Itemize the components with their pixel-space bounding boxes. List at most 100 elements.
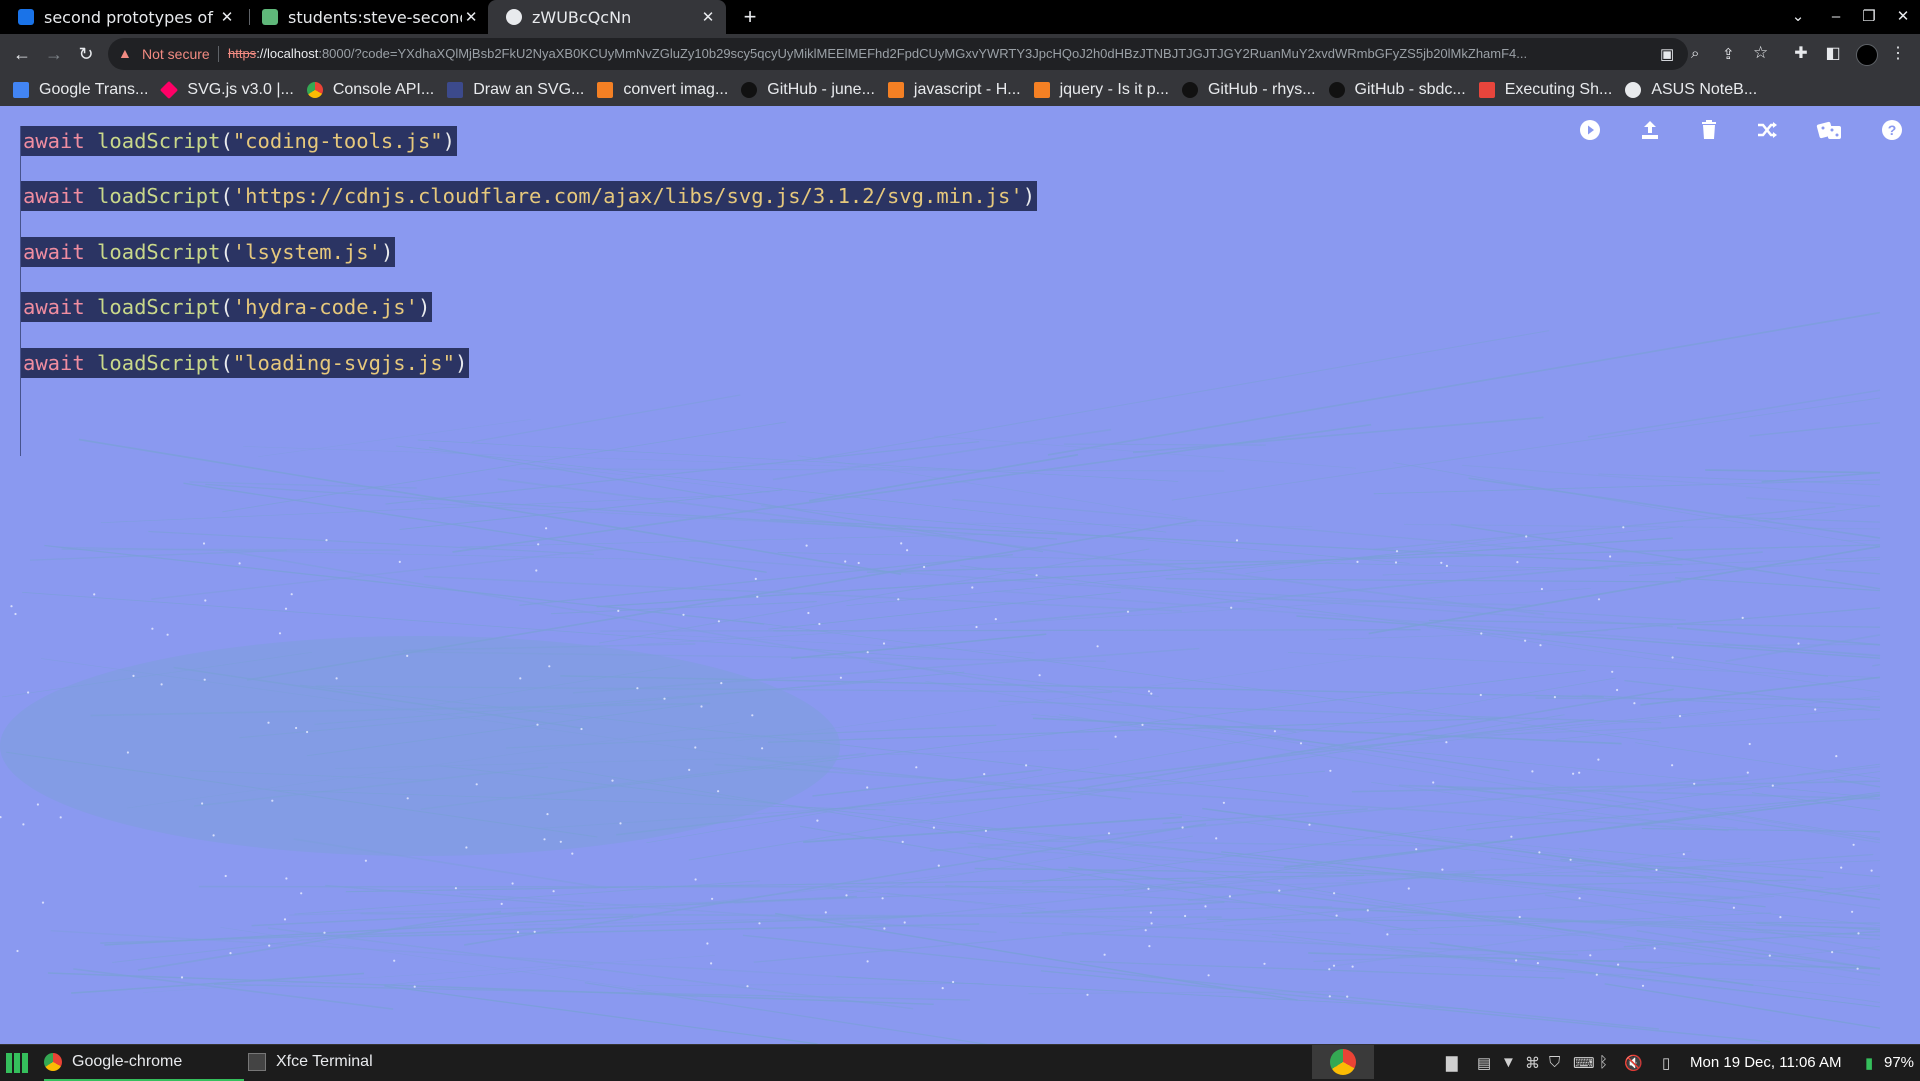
bookmark-item[interactable]: Google Trans... [13, 81, 148, 99]
restore-icon[interactable]: ❐ [1852, 0, 1886, 34]
attachment-icon[interactable]: ⌘ [1525, 1054, 1540, 1072]
bookmark-item[interactable]: Draw an SVG... [447, 81, 584, 99]
security-label[interactable]: Not secure [142, 46, 210, 62]
svg-text:?: ? [1888, 122, 1897, 138]
bookmark-label: Console API... [333, 81, 434, 99]
code-paren: ( [220, 184, 232, 208]
address-bar[interactable]: ▲ Not secure https://localhost:8000/?cod… [108, 38, 1688, 70]
code-line-4[interactable]: await loadScript('hydra-code.js') [21, 292, 432, 322]
terminal-icon [248, 1053, 266, 1071]
google-translate-icon [13, 82, 29, 98]
bluetooth-icon[interactable]: ᛒ [1599, 1054, 1608, 1071]
system-taskbar: Google-chrome Xfce Terminal ▇ ▤ ▼ ⌘ ⛉ ⌨ … [0, 1044, 1920, 1081]
codepen-icon [447, 82, 463, 98]
bookmark-star-icon[interactable]: ☆ [1753, 43, 1768, 63]
share-icon[interactable]: ⇪ [1722, 45, 1735, 63]
workspace-icon[interactable]: ▇ [1446, 1054, 1458, 1072]
code-function: loadScript [85, 295, 221, 319]
close-tab-icon[interactable]: ✕ [462, 8, 480, 26]
trash-icon[interactable] [1693, 118, 1725, 150]
taskbar-app-label: Xfce Terminal [276, 1053, 373, 1071]
code-keyword: await [23, 351, 85, 375]
close-tab-icon[interactable]: ✕ [218, 8, 236, 26]
tab-2-active[interactable]: zWUBcQcNn ✕ [488, 0, 726, 34]
close-tab-icon[interactable]: ✕ [698, 8, 718, 26]
bookmark-item[interactable]: GitHub - sbdc... [1329, 81, 1466, 99]
whisker-menu-icon[interactable] [4, 1045, 30, 1079]
bookmark-label: jquery - Is it p... [1060, 81, 1169, 99]
wifi-icon[interactable]: ▼ [1501, 1054, 1516, 1071]
code-function: loadScript [85, 129, 221, 153]
chrome-icon [1330, 1049, 1356, 1075]
editor-gutter [20, 126, 21, 456]
chrome-icon [44, 1053, 62, 1071]
github-icon [1329, 82, 1345, 98]
bookmark-label: javascript - H... [914, 81, 1021, 99]
taskbar-app-terminal[interactable]: Xfce Terminal [248, 1045, 373, 1079]
shuffle-icon[interactable] [1751, 118, 1783, 150]
back-icon[interactable]: ← [10, 42, 34, 66]
reload-icon[interactable]: ↻ [74, 42, 98, 66]
url-text[interactable]: https://localhost:8000/?code=YXdhaXQlMjB… [228, 46, 1648, 61]
code-line-5[interactable]: await loadScript("loading-svgjs.js") [21, 348, 469, 378]
battery-icon: ▮ [1865, 1054, 1873, 1072]
zoom-icon[interactable]: ⌕ [1691, 45, 1699, 62]
bookmark-label: ASUS NoteB... [1651, 81, 1757, 99]
bookmark-item[interactable]: GitHub - rhys... [1182, 81, 1316, 99]
bookmark-item[interactable]: Executing Sh... [1479, 81, 1613, 99]
svgjs-icon [160, 81, 178, 99]
code-line-2[interactable]: await loadScript('https://cdnjs.cloudfla… [21, 181, 1037, 211]
browser-toolbar: ← → ↻ ▲ Not secure https://localhost:800… [0, 34, 1920, 74]
keyboard-icon[interactable]: ⌨ [1573, 1054, 1595, 1072]
bookmark-label: GitHub - rhys... [1208, 81, 1316, 99]
chrome-icon [307, 82, 323, 98]
bookmark-item[interactable]: SVG.js v3.0 |... [161, 81, 293, 99]
taskbar-app-label: Google-chrome [72, 1053, 182, 1071]
shield-icon[interactable]: ⛉ [1549, 1054, 1560, 1071]
chrome-launcher[interactable] [1312, 1045, 1374, 1079]
tab-favicon-icon [18, 9, 34, 25]
tab-search-icon[interactable]: ⌄ [1781, 0, 1815, 34]
code-paren: ) [381, 240, 393, 264]
clock[interactable]: Mon 19 Dec, 11:06 AM [1690, 1054, 1841, 1071]
bookmark-item[interactable]: convert imag... [597, 81, 728, 99]
bookmark-item[interactable]: ASUS NoteB... [1625, 81, 1757, 99]
profile-avatar[interactable] [1856, 44, 1878, 66]
tab-strip: second prototypes of de ✕ students:steve… [0, 0, 1920, 34]
code-line-1[interactable]: await loadScript("coding-tools.js") [21, 126, 457, 156]
tab-favicon-icon [262, 9, 278, 25]
taskbar-app-chrome[interactable]: Google-chrome [44, 1045, 244, 1081]
site-info-icon[interactable]: ▣ [1660, 45, 1674, 63]
menu-icon[interactable]: ⋮ [1886, 42, 1910, 66]
code-string: "loading-svgjs.js" [233, 351, 455, 375]
tab-0[interactable]: second prototypes of de ✕ [0, 0, 244, 34]
tab-title: second prototypes of de [44, 8, 218, 27]
bookmark-item[interactable]: GitHub - june... [741, 81, 875, 99]
bookmark-item[interactable]: Console API... [307, 81, 434, 99]
new-tab-button[interactable]: + [737, 4, 763, 30]
run-icon[interactable] [1574, 118, 1606, 150]
volume-muted-icon[interactable]: 🔇 [1624, 1054, 1643, 1072]
side-panel-icon[interactable]: ◧ [1821, 42, 1845, 66]
code-paren: ) [455, 351, 467, 375]
help-icon[interactable]: ? [1876, 118, 1908, 150]
bookmark-item[interactable]: jquery - Is it p... [1034, 81, 1169, 99]
minimize-icon[interactable]: – [1819, 0, 1853, 34]
bookmark-label: GitHub - june... [767, 81, 875, 99]
tab-title: zWUBcQcNn [532, 8, 698, 27]
notes-icon[interactable]: ▤ [1477, 1054, 1491, 1072]
dice-icon[interactable] [1814, 118, 1846, 150]
code-function: loadScript [85, 184, 221, 208]
battery-percent: 97% [1884, 1054, 1914, 1071]
close-window-icon[interactable]: ✕ [1886, 0, 1920, 34]
tab-1[interactable]: students:steve-second-p ✕ [244, 0, 488, 34]
forward-icon[interactable]: → [42, 42, 66, 66]
bookmark-item[interactable]: javascript - H... [888, 81, 1021, 99]
code-line-3[interactable]: await loadScript('lsystem.js') [21, 237, 395, 267]
upload-icon[interactable] [1634, 118, 1666, 150]
clipboard-icon[interactable]: ▯ [1662, 1054, 1670, 1072]
tab-favicon-icon [506, 9, 522, 25]
stackoverflow-icon [1034, 82, 1050, 98]
extensions-icon[interactable]: ✚ [1789, 42, 1813, 66]
warning-icon: ▲ [118, 45, 132, 61]
